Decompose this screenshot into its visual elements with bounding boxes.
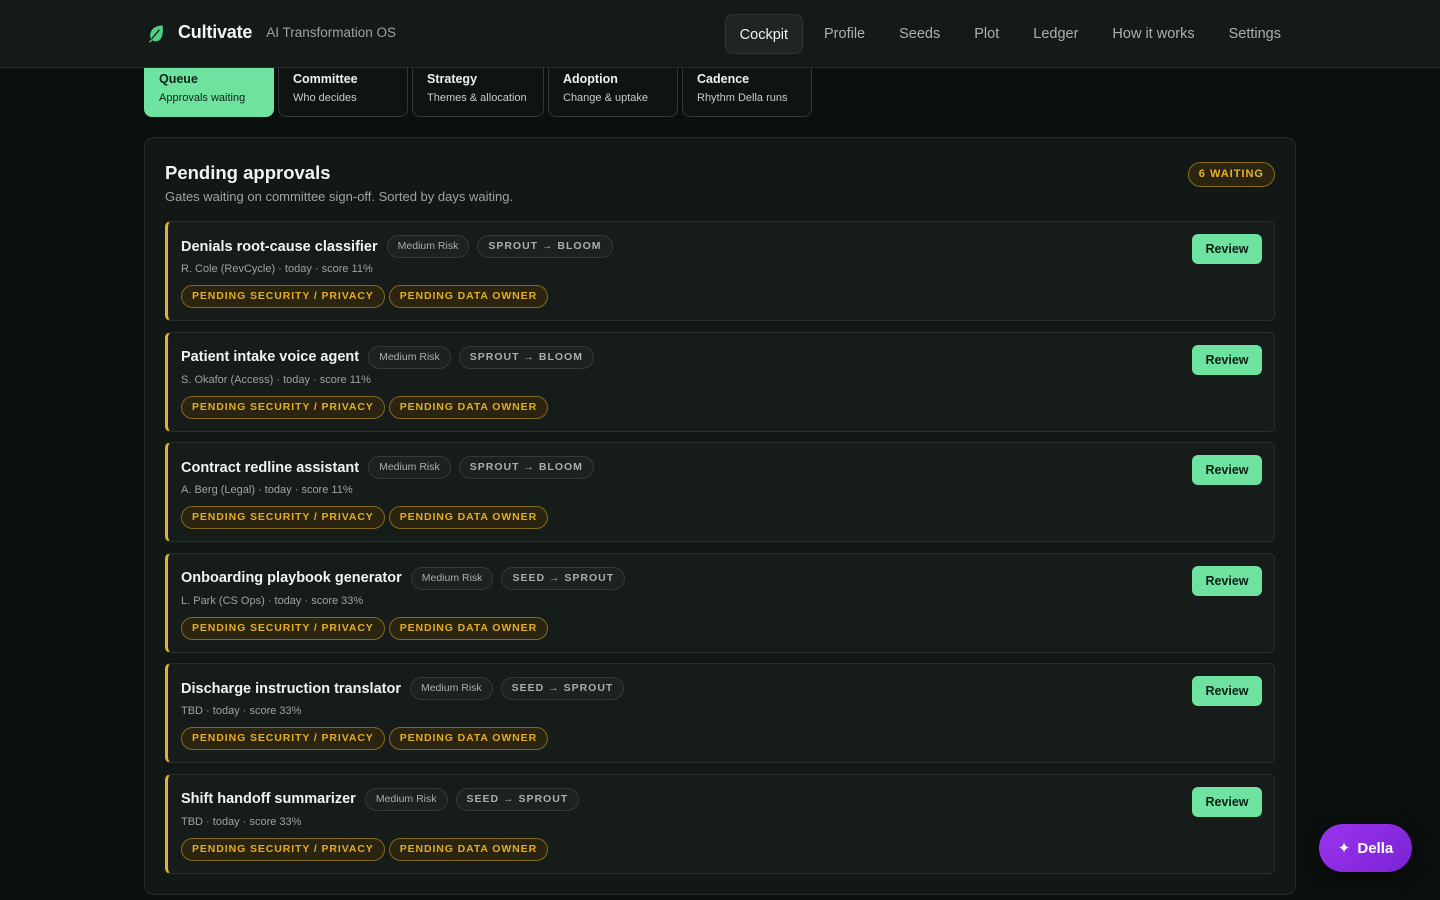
approval-meta: S. Okafor (Access) · today · score 11% [181,373,371,386]
tab-title: Queue [159,72,198,86]
stage-badge: SPROUT → BLOOM [458,345,594,369]
tab-title: Cadence [697,72,750,86]
approval-card: Discharge instruction translator Medium … [165,663,1275,763]
approval-title[interactable]: Shift handoff summarizer [181,791,356,807]
risk-badge: Medium Risk [364,787,448,811]
approval-meta: R. Cole (RevCycle) · today · score 11% [181,263,373,275]
main-nav: Cockpit Profile Seeds Plot Ledger How it… [724,14,1298,54]
nav-item-profile[interactable]: Profile [807,14,882,54]
review-button[interactable]: Review [1192,234,1262,264]
approval-card: Contract redline assistant Medium Risk S… [165,442,1275,542]
tab-queue[interactable]: Queue Approvals waiting [144,60,274,117]
assistant-label: Della [1357,839,1394,857]
top-navigation-bar: Cultivate AI Transformation OS Cockpit P… [0,0,1440,68]
status-badge: PENDING DATA OWNER [388,616,549,640]
approval-meta: A. Berg (Legal) · today · score 11% [181,484,353,496]
approval-card: Onboarding playbook generator Medium Ris… [165,552,1275,653]
status-badge: PENDING SECURITY / PRIVACY [181,616,385,640]
approval-meta: TBD · today · score 33% [181,815,302,828]
cockpit-subtabs: Queue Approvals waiting Committee Who de… [144,60,812,117]
tab-title: Strategy [427,72,478,86]
status-badge: PENDING SECURITY / PRIVACY [181,395,385,419]
review-button[interactable]: Review [1192,676,1262,706]
approval-title[interactable]: Patient intake voice agent [181,349,359,365]
tab-subtitle: Rhythm Della runs [697,92,788,104]
sparkle-icon: ✦ [1337,840,1351,857]
status-badge: PENDING DATA OWNER [388,285,549,308]
leaf-icon [148,25,163,43]
brand-name: Cultivate [178,22,253,42]
review-button[interactable]: Review [1192,786,1262,817]
brand-tagline: AI Transformation OS [266,25,397,40]
tab-title: Committee [293,72,358,86]
status-badge: PENDING SECURITY / PRIVACY [181,727,385,750]
stage-badge: SPROUT → BLOOM [458,456,594,479]
tab-strategy[interactable]: Strategy Themes & allocation [412,60,544,117]
tab-subtitle: Who decides [293,92,357,104]
pending-approvals-panel: Pending approvals Gates waiting on commi… [144,137,1296,895]
nav-item-ledger[interactable]: Ledger [1016,14,1095,54]
stage-badge: SEED → SPROUT [500,677,625,700]
approval-meta: TBD · today · score 33% [181,705,302,717]
approval-title[interactable]: Contract redline assistant [181,460,359,476]
approval-title[interactable]: Denials root-cause classifier [181,239,378,255]
tab-subtitle: Approvals waiting [159,92,246,104]
risk-badge: Medium Risk [409,677,493,700]
approval-title[interactable]: Onboarding playbook generator [181,570,402,586]
panel-subtitle: Gates waiting on committee sign-off. Sor… [165,189,514,204]
status-badge: PENDING DATA OWNER [388,395,549,419]
risk-badge: Medium Risk [368,456,451,479]
approval-card: Denials root-cause classifier Medium Ris… [165,221,1275,321]
risk-badge: Medium Risk [410,566,494,590]
risk-badge: Medium Risk [368,345,451,369]
approval-meta: L. Park (CS Ops) · today · score 33% [181,594,364,607]
approval-card: Shift handoff summarizer Medium Risk SEE… [165,773,1275,874]
tab-cadence[interactable]: Cadence Rhythm Della runs [682,60,812,117]
stage-badge: SEED → SPROUT [501,566,626,590]
nav-item-how-it-works[interactable]: How it works [1095,14,1211,54]
approval-card: Patient intake voice agent Medium Risk S… [165,331,1275,432]
nav-item-settings[interactable]: Settings [1212,14,1298,54]
della-assistant-button[interactable]: ✦ Della [1319,824,1412,872]
status-badge: PENDING DATA OWNER [388,727,549,750]
nav-item-cockpit[interactable]: Cockpit [724,14,804,54]
waiting-count-badge: 6 WAITING [1187,162,1275,187]
status-badge: PENDING SECURITY / PRIVACY [181,506,385,529]
review-button[interactable]: Review [1192,344,1262,375]
risk-badge: Medium Risk [386,235,470,258]
nav-item-plot[interactable]: Plot [957,14,1016,54]
tab-title: Adoption [563,72,618,86]
tab-subtitle: Themes & allocation [427,92,527,104]
stage-badge: SEED → SPROUT [455,787,580,811]
status-badge: PENDING DATA OWNER [388,837,549,861]
status-badge: PENDING SECURITY / PRIVACY [181,837,385,861]
review-button[interactable]: Review [1192,455,1262,485]
review-button[interactable]: Review [1192,565,1262,596]
approvals-list: Denials root-cause classifier Medium Ris… [165,221,1275,884]
tab-adoption[interactable]: Adoption Change & uptake [548,60,678,117]
brand[interactable]: Cultivate AI Transformation OS [146,22,396,43]
panel-title: Pending approvals [165,162,331,183]
status-badge: PENDING DATA OWNER [388,506,549,529]
tab-subtitle: Change & uptake [563,92,649,104]
status-badge: PENDING SECURITY / PRIVACY [181,285,385,308]
approval-title[interactable]: Discharge instruction translator [181,681,401,697]
nav-item-seeds[interactable]: Seeds [882,14,957,54]
stage-badge: SPROUT → BLOOM [477,235,613,258]
tab-committee[interactable]: Committee Who decides [278,60,408,117]
